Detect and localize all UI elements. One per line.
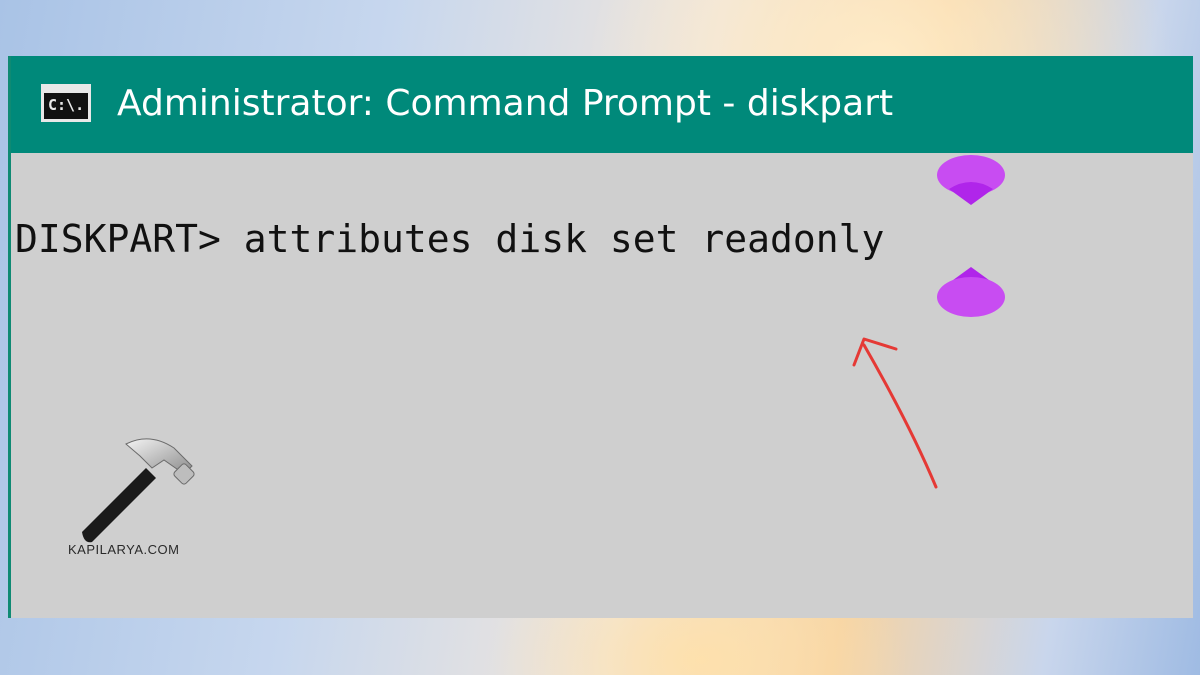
window-titlebar[interactable]: C:\. Administrator: Command Prompt - dis… [11, 56, 1193, 153]
cmd-icon-glyph: C:\. [48, 96, 85, 114]
red-arrow-icon [852, 337, 938, 489]
watermark-text: KAPILARYA.COM [68, 542, 180, 557]
cmd-icon: C:\. [41, 84, 91, 122]
window-title: Administrator: Command Prompt - diskpart [117, 83, 894, 124]
text-cursor-top-handle-icon[interactable] [935, 153, 1007, 209]
console-command-line[interactable]: DISKPART> attributes disk set readonly [15, 214, 884, 264]
hammer-icon [82, 438, 195, 543]
